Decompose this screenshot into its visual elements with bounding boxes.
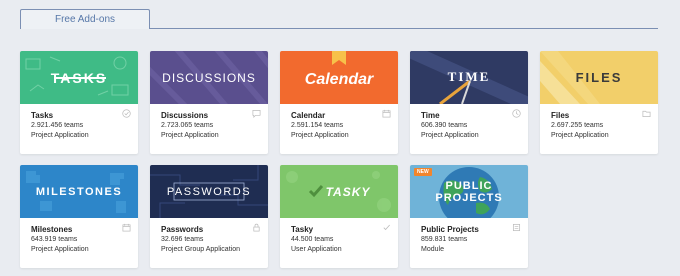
addon-card-time[interactable]: TIME Time 606.390 teams Project Applicat… [410,51,528,154]
folder-icon [642,109,651,118]
addon-card-passwords[interactable]: PASSWORDS Passwords 32.696 teams Project… [150,165,268,268]
addon-teams: 2.921.456 teams [31,122,84,129]
addon-teams: 2.697.255 teams [551,122,604,129]
calendar-banner: Calendar [280,51,398,104]
addon-teams: 859.831 teams [421,236,468,243]
check-icon [122,109,131,118]
calendar-icon [382,109,391,118]
addon-type: Project Application [31,131,89,139]
addon-teams: 606.390 teams [421,122,468,129]
addon-card-tasks[interactable]: TASKS Tasks 2.921.456 teams Project Appl… [20,51,138,154]
tab-free-add-ons[interactable]: Free Add-ons [20,9,150,29]
addon-type: Module [421,245,444,253]
addon-type: Project Group Application [161,245,240,253]
check-icon [382,223,391,232]
files-banner: FILES [540,51,658,104]
passwords-banner-text: PASSWORDS [166,185,252,198]
time-banner-text: TIME [447,68,491,84]
tasky-banner: TASKY [280,165,398,218]
addon-teams: 643.919 teams [31,236,78,243]
lock-icon [252,223,261,232]
clock-icon [512,109,521,118]
addon-teams: 32.696 teams [161,236,204,243]
tab-divider [150,28,658,29]
tasks-banner: TASKS [20,51,138,104]
addon-teams: 2.723.065 teams [161,122,214,129]
files-banner-text: FILES [575,70,623,85]
addon-card-tasky[interactable]: TASKY Tasky 44.500 teams User Applicatio… [280,165,398,268]
calendar-icon [122,223,131,232]
tasky-banner-text: TASKY [325,184,371,199]
addon-type: Project Application [291,131,349,139]
comment-icon [252,109,261,118]
public-projects-banner: NEW PUBLIC PROJECTS [410,165,528,218]
milestones-banner-text: MILESTONES [35,185,123,198]
tab-bar: Free Add-ons [0,0,680,30]
addon-type: Project Application [551,131,609,139]
discussions-banner: DISCUSSIONS [150,51,268,104]
addon-card-milestones[interactable]: MILESTONES Milestones 643.919 teams Proj… [20,165,138,268]
public-projects-banner-text: PUBLIC PROJECTS [435,179,503,204]
milestones-banner: MILESTONES [20,165,138,218]
addon-type: Project Application [31,245,89,253]
addon-card-public-projects[interactable]: NEW PUBLIC PROJECTS Public Projects 859.… [410,165,528,268]
addon-type: User Application [291,245,342,253]
discussions-banner-text: DISCUSSIONS [162,70,256,85]
addon-teams: 2.591.154 teams [291,122,344,129]
addon-card-files[interactable]: FILES Files 2.697.255 teams Project Appl… [540,51,658,154]
addon-type: Project Application [161,131,219,139]
document-icon [512,223,521,232]
addon-card-calendar[interactable]: Calendar Calendar 2.591.154 teams Projec… [280,51,398,154]
passwords-banner: PASSWORDS [150,165,268,218]
time-banner: TIME [410,51,528,104]
addon-teams: 44.500 teams [291,236,334,243]
addon-type: Project Application [421,131,479,139]
calendar-banner-text: Calendar [304,70,374,88]
addon-card-discussions[interactable]: DISCUSSIONS Discussions 2.723.065 teams … [150,51,268,154]
